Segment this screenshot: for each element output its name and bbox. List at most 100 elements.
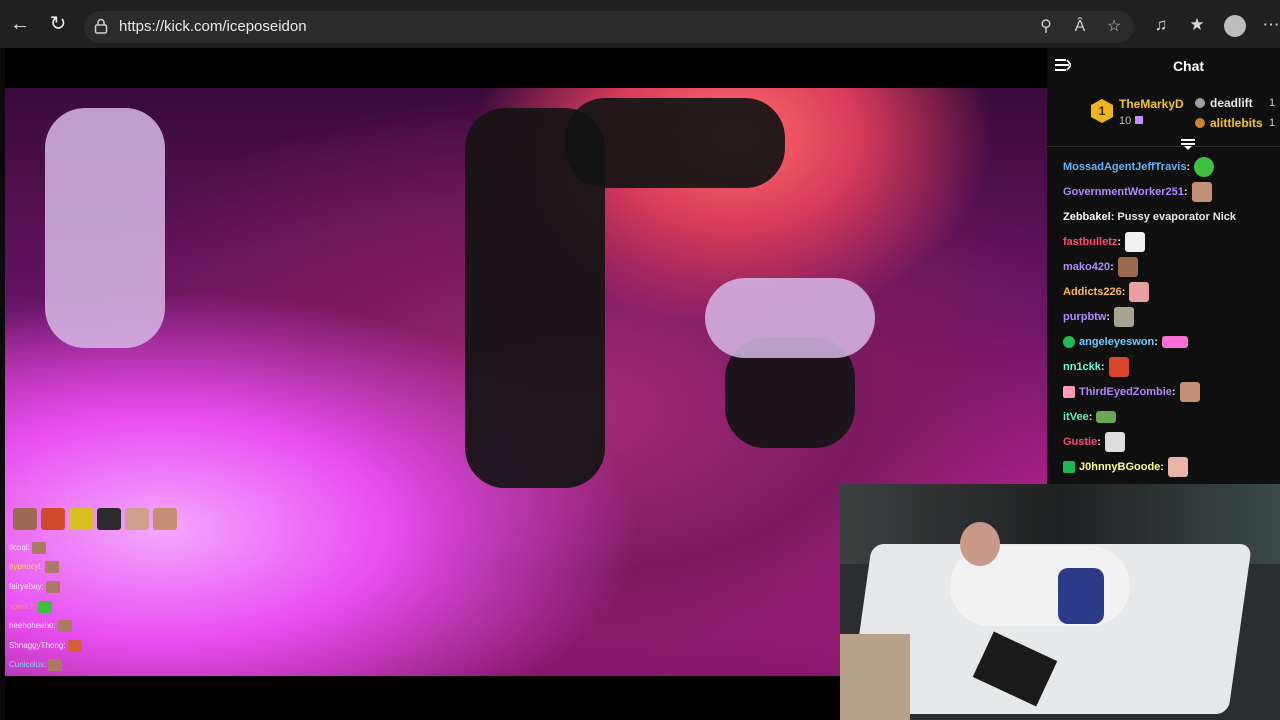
silver-badge-icon bbox=[1195, 98, 1205, 108]
chat-message: fastbulletz: bbox=[1063, 231, 1146, 253]
emote-icon bbox=[1167, 457, 1188, 477]
overlay-username: hypnocyl: bbox=[9, 562, 43, 572]
browser-toolbar: ← ↻ https://kick.com/iceposeidon ⚲ Â ☆ … bbox=[0, 0, 1280, 49]
user-badge-icon bbox=[1063, 336, 1075, 348]
emote-icon bbox=[125, 508, 149, 530]
emote-icon bbox=[41, 508, 65, 530]
chat-message-text: Pussy evaporator Nick bbox=[1117, 211, 1237, 223]
chat-message: ThirdEyedZombie: bbox=[1063, 381, 1200, 403]
profile-icon[interactable] bbox=[1224, 15, 1246, 37]
expand-pinned-icon[interactable] bbox=[1181, 139, 1195, 151]
leaderboard-top-count: 10 bbox=[1119, 115, 1144, 127]
webcam-side-table bbox=[840, 634, 910, 720]
overlay-username: ShnaggyThong: bbox=[9, 641, 66, 651]
more-icon[interactable]: ⋯ bbox=[1260, 14, 1280, 36]
emote-icon bbox=[67, 640, 82, 652]
chat-username[interactable]: nn1ckk bbox=[1063, 361, 1101, 373]
emote-icon bbox=[69, 508, 93, 530]
chat-message: nn1ckk: bbox=[1063, 356, 1129, 378]
overlay-chat-line: ShnaggyThong: bbox=[9, 640, 82, 652]
overlay-chat-line: tlcoal: bbox=[9, 542, 46, 554]
stream-overlay-chat: tlcoal: hypnocyl: fairyebay: xpedr7: hee… bbox=[5, 508, 205, 688]
chat-username[interactable]: J0hnnyBGoode bbox=[1079, 461, 1160, 473]
chat-message: MossadAgentJeffTravis: bbox=[1063, 156, 1215, 178]
overlay-chat-line: Cunicolus: bbox=[9, 659, 63, 671]
bronze-badge-icon bbox=[1195, 118, 1205, 128]
gift-badge-icon bbox=[1063, 386, 1075, 398]
back-icon[interactable]: ← bbox=[8, 12, 32, 36]
seated-figure bbox=[705, 278, 875, 358]
chat-message: mako420: bbox=[1063, 256, 1138, 278]
chat-message: Zebbakel: Pussy evaporator Nick bbox=[1063, 211, 1237, 223]
overlay-chat-line: fairyebay: bbox=[9, 581, 60, 593]
leaderboard-top-user[interactable]: TheMarkyD bbox=[1119, 97, 1184, 111]
chat-username[interactable]: MossadAgentJeffTravis bbox=[1063, 161, 1186, 173]
chat-username[interactable]: GovernmentWorker251 bbox=[1063, 186, 1184, 198]
chat-message: angeleyeswon: bbox=[1063, 331, 1188, 353]
leaderboard-count: 1 bbox=[1269, 97, 1276, 109]
emote-icon bbox=[1117, 257, 1138, 277]
overlay-username: fairyebay: bbox=[9, 582, 44, 592]
emote-icon bbox=[45, 581, 60, 593]
emote-icon bbox=[1114, 307, 1135, 327]
chat-message: itVee: bbox=[1063, 406, 1117, 428]
extensions-icon[interactable]: ♫ bbox=[1150, 14, 1172, 36]
emote-icon bbox=[97, 508, 121, 530]
emote-icon bbox=[1104, 432, 1125, 452]
emote-icon bbox=[1108, 357, 1129, 377]
chat-message: J0hnnyBGoode: bbox=[1063, 456, 1188, 478]
chat-username[interactable]: angeleyeswon bbox=[1079, 336, 1154, 348]
overlay-username: heehoheeho: bbox=[9, 621, 56, 631]
overlay-username: Cunicolus: bbox=[9, 660, 47, 670]
chat-username[interactable]: mako420 bbox=[1063, 261, 1110, 273]
chat-username[interactable]: Addicts226 bbox=[1063, 286, 1122, 298]
emote-icon bbox=[1179, 382, 1200, 402]
overlay-chat-line: xpedr7: bbox=[9, 601, 52, 613]
chat-username[interactable]: Zebbakel bbox=[1063, 211, 1111, 223]
lock-icon[interactable] bbox=[94, 18, 108, 34]
chat-message: Addicts226: bbox=[1063, 281, 1150, 303]
emote-icon bbox=[31, 542, 46, 554]
emote-icon bbox=[1129, 282, 1150, 302]
chat-header: Chat bbox=[1047, 48, 1280, 84]
overlay-username: xpedr7: bbox=[9, 602, 36, 612]
overlay-chat-line: heehoheeho: bbox=[9, 620, 72, 632]
webcam-head bbox=[960, 522, 1000, 566]
overlay-emote-row bbox=[13, 508, 177, 530]
chat-username[interactable]: Gustie bbox=[1063, 436, 1097, 448]
divider bbox=[1047, 146, 1280, 147]
zoom-icon[interactable]: ⚲ bbox=[1036, 17, 1056, 37]
sub-badge-icon bbox=[1063, 461, 1075, 473]
chat-username[interactable]: purpbtw bbox=[1063, 311, 1106, 323]
webcam-overlay bbox=[840, 484, 1280, 720]
chat-username[interactable]: ThirdEyedZombie bbox=[1079, 386, 1172, 398]
gift-icon bbox=[1135, 116, 1144, 124]
rank-badge: 1 bbox=[1091, 99, 1113, 123]
chat-username[interactable]: itVee bbox=[1063, 411, 1089, 423]
read-aloud-icon[interactable]: Â bbox=[1070, 17, 1090, 37]
chat-username[interactable]: fastbulletz bbox=[1063, 236, 1117, 248]
emote-icon bbox=[57, 620, 72, 632]
page-content: tlcoal: hypnocyl: fairyebay: xpedr7: hee… bbox=[0, 48, 1280, 720]
chat-message: GovernmentWorker251: bbox=[1063, 181, 1212, 203]
emote-icon bbox=[1125, 232, 1146, 252]
emote-icon bbox=[37, 601, 52, 613]
url-text[interactable]: https://kick.com/iceposeidon bbox=[119, 18, 307, 35]
emote-icon bbox=[1194, 157, 1215, 177]
dancer-figure bbox=[45, 108, 165, 348]
leaderboard-count: 1 bbox=[1269, 117, 1276, 129]
favorite-star-icon[interactable]: ☆ bbox=[1104, 17, 1124, 37]
address-bar[interactable]: https://kick.com/iceposeidon ⚲ Â ☆ bbox=[84, 11, 1134, 43]
gift-leaderboard: 1 TheMarkyD 10 deadlift 1 alittlebits 1 bbox=[1047, 88, 1280, 140]
refresh-icon[interactable]: ↻ bbox=[46, 12, 70, 36]
favorites-icon[interactable]: ★ bbox=[1186, 14, 1208, 36]
chat-message: purpbtw: bbox=[1063, 306, 1135, 328]
emote-icon bbox=[13, 508, 37, 530]
emote-icon bbox=[1161, 336, 1188, 348]
emote-icon bbox=[44, 561, 59, 573]
leaderboard-user[interactable]: deadlift bbox=[1195, 96, 1253, 110]
leaderboard-user[interactable]: alittlebits bbox=[1195, 116, 1263, 130]
overlay-username: tlcoal: bbox=[9, 543, 30, 553]
emote-icon bbox=[153, 508, 177, 530]
dancer-arm bbox=[565, 98, 785, 188]
